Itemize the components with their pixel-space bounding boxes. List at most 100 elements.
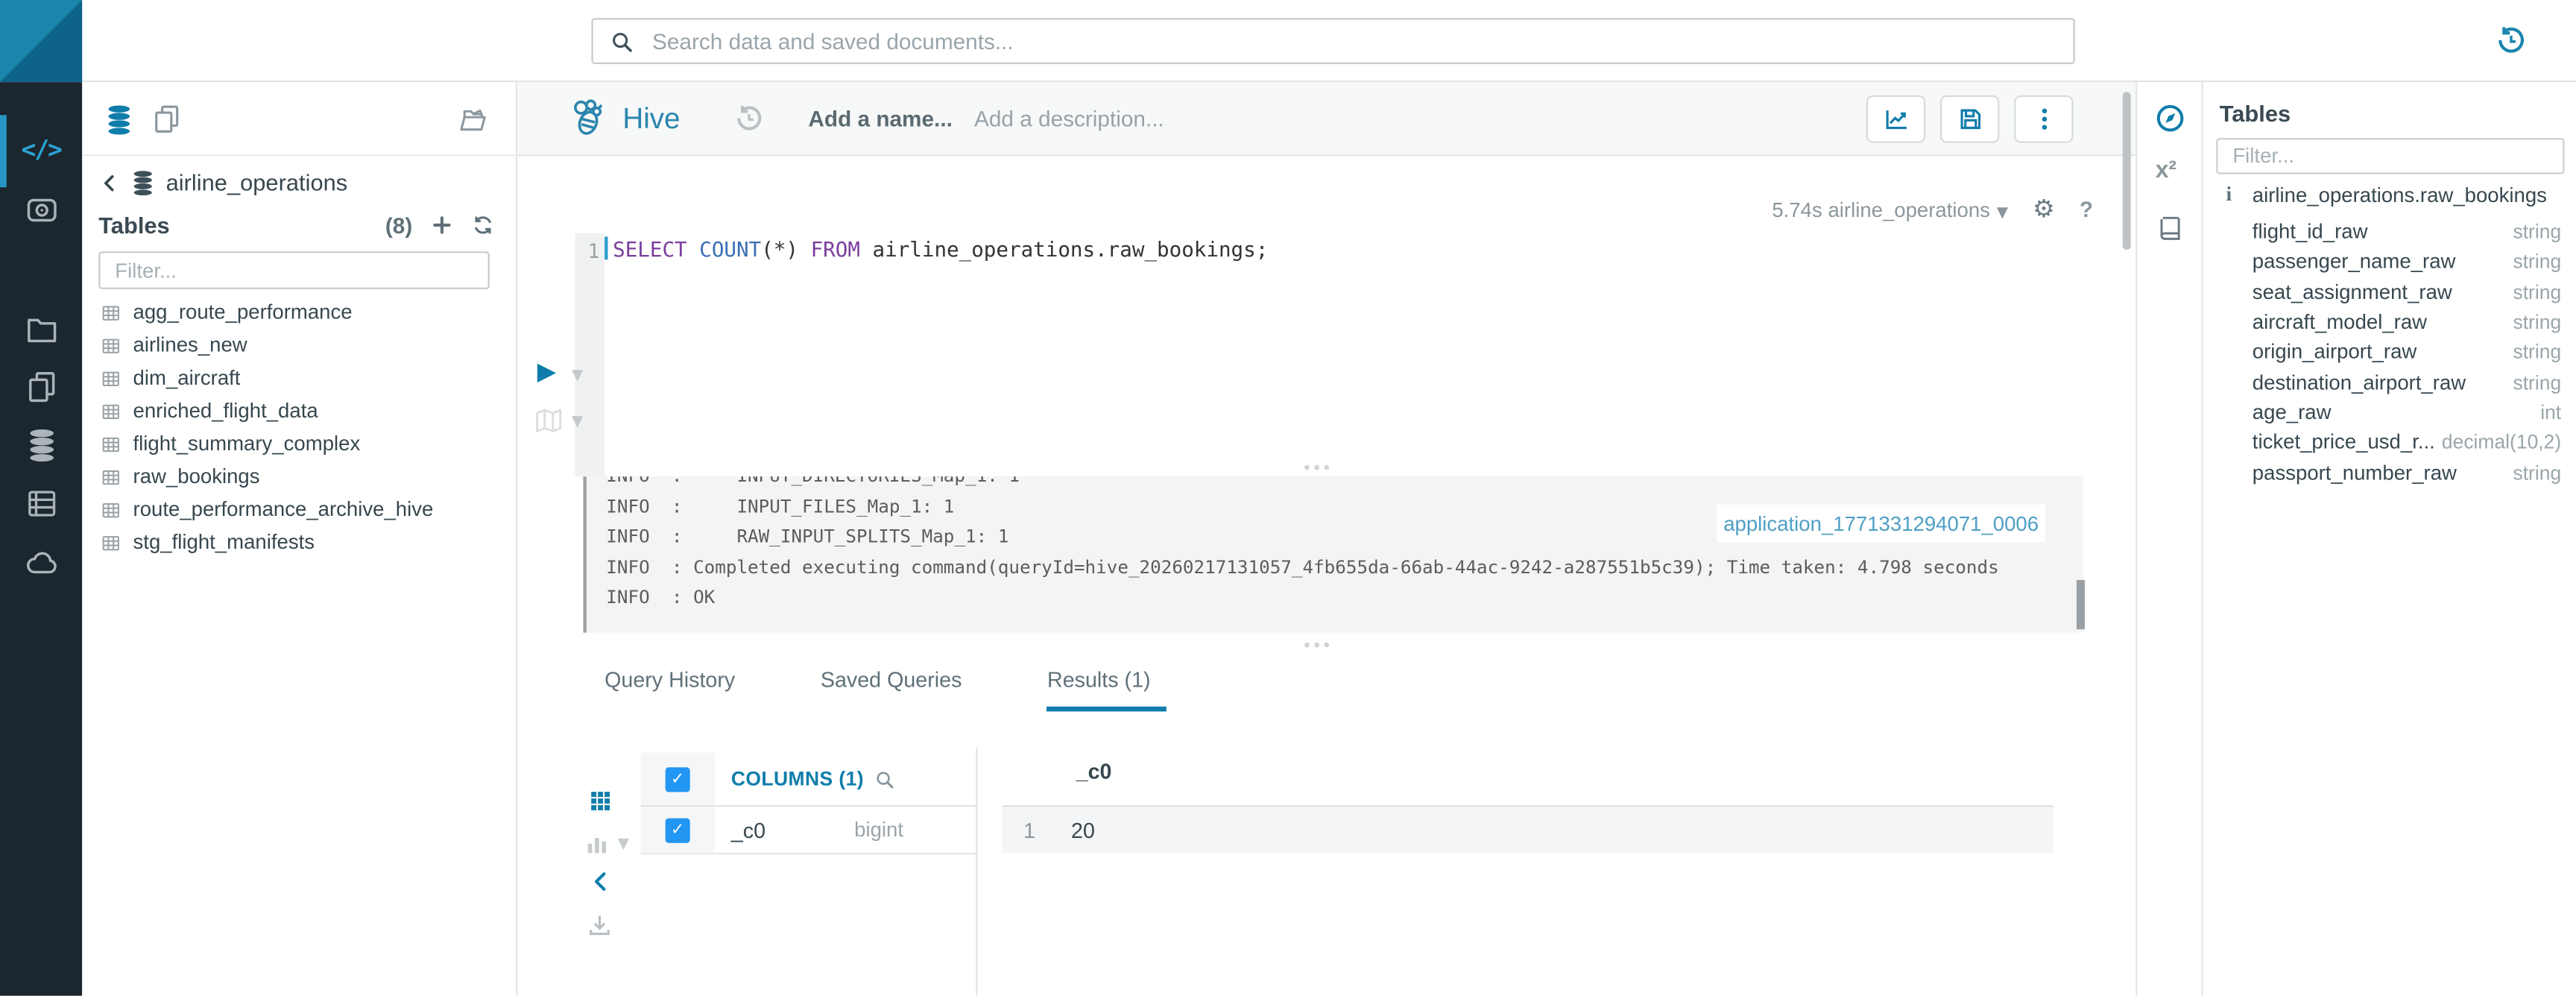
documents-tab-icon[interactable] <box>151 104 183 135</box>
bar-chart-icon[interactable] <box>583 830 610 857</box>
explain-options-caret[interactable]: ▼ <box>572 414 583 430</box>
table-name: agg_route_performance <box>133 300 353 324</box>
resize-handle-top[interactable] <box>1304 465 1329 470</box>
result-column-row[interactable]: _c0 bigint <box>641 807 976 854</box>
chart-button[interactable] <box>1866 95 1925 143</box>
nav-databases[interactable] <box>0 416 82 472</box>
nav-files[interactable] <box>0 358 82 414</box>
table-list-item[interactable]: airlines_new <box>82 329 516 362</box>
table-list-item[interactable]: flight_summary_complex <box>82 427 516 460</box>
camera-icon <box>24 192 58 226</box>
table-list-item[interactable]: dim_aircraft <box>82 362 516 394</box>
cloud-icon <box>24 545 58 579</box>
global-search[interactable] <box>591 18 2074 64</box>
schema-column-row[interactable]: flight_id_raw string <box>2203 217 2576 247</box>
select-all-checkbox[interactable] <box>666 766 690 791</box>
download-icon[interactable] <box>587 912 613 938</box>
schema-column-row[interactable]: age_raw int <box>2203 397 2576 427</box>
table-list-item[interactable]: enriched_flight_data <box>82 394 516 427</box>
nav-cloud[interactable] <box>0 534 82 590</box>
table-grid-icon <box>100 466 121 488</box>
active-table-row[interactable]: i airline_operations.raw_bookings <box>2203 183 2576 207</box>
database-name[interactable]: airline_operations <box>166 169 348 195</box>
settings-gear-icon[interactable]: ⚙ <box>2033 197 2055 221</box>
tab[interactable]: Results (1) <box>1047 667 1167 712</box>
execute-button[interactable]: ▶ <box>537 360 556 385</box>
add-table-icon[interactable] <box>430 214 453 237</box>
language-reference-book-icon[interactable] <box>2156 214 2185 244</box>
hive-bee-icon <box>566 97 609 139</box>
sql-line[interactable]: SELECT COUNT(*) FROM airline_operations.… <box>613 236 1268 261</box>
table-name: airlines_new <box>133 333 247 356</box>
grid-view-icon[interactable] <box>588 789 613 813</box>
nav-documents[interactable] <box>0 300 82 356</box>
tables-filter-input[interactable] <box>112 257 476 283</box>
right-assist-strip: x² <box>2135 82 2201 995</box>
table-name: raw_bookings <box>133 465 260 488</box>
schema-column-row[interactable]: ticket_price_usd_r... decimal(10,2) <box>2203 427 2576 457</box>
chart-options-caret[interactable]: ▼ <box>618 836 629 853</box>
yarn-application-link[interactable]: application_1771331294071_0006 <box>1717 505 2045 543</box>
schema-column-row[interactable]: aircraft_model_raw string <box>2203 307 2576 337</box>
execute-options-caret[interactable]: ▼ <box>572 368 583 385</box>
hue-logo[interactable] <box>0 0 82 82</box>
tab[interactable]: Query History <box>604 667 735 707</box>
schema-column-row[interactable]: destination_airport_raw string <box>2203 368 2576 397</box>
explain-map-icon[interactable] <box>532 404 565 437</box>
back-chevron-icon[interactable] <box>98 171 120 193</box>
schema-column-row[interactable]: passport_number_raw string <box>2203 458 2576 488</box>
more-actions-button[interactable] <box>2014 95 2073 143</box>
exec-database-dropdown[interactable]: 5.74s airline_operations▼ <box>1772 198 2008 221</box>
search-input[interactable] <box>649 27 2057 54</box>
refresh-icon[interactable] <box>472 214 495 237</box>
nav-editor[interactable]: </> <box>0 122 82 177</box>
table-list-item[interactable]: raw_bookings <box>82 460 516 493</box>
schema-column-row[interactable]: origin_airport_raw string <box>2203 337 2576 367</box>
nav-tables[interactable] <box>0 475 82 531</box>
save-button[interactable] <box>1940 95 1999 143</box>
schema-column-type: string <box>2513 280 2561 303</box>
table-list-item[interactable]: agg_route_performance <box>82 296 516 329</box>
result-row[interactable]: 1 20 <box>1002 805 2053 853</box>
right-filter-input[interactable] <box>2229 143 2551 169</box>
info-icon[interactable]: i <box>2226 183 2243 207</box>
query-description-placeholder[interactable]: Add a description... <box>974 107 1164 131</box>
assist-compass-icon[interactable] <box>2154 102 2187 135</box>
column-search-icon[interactable] <box>874 768 895 789</box>
result-columns-panel: COLUMNS (1) _c0 bigint <box>641 752 976 854</box>
query-history-icon[interactable] <box>734 104 764 133</box>
folder-icon <box>24 312 58 346</box>
editor-header: Hive Add a name... Add a description... <box>517 82 2135 156</box>
functions-icon[interactable]: x² <box>2156 158 2176 184</box>
open-folder-icon[interactable] <box>457 104 488 135</box>
resize-handle-bottom[interactable] <box>1304 643 1329 648</box>
result-rows: 1 20 <box>1002 805 2053 853</box>
schema-column-row[interactable]: seat_assignment_raw string <box>2203 277 2576 307</box>
schema-column-name: flight_id_raw <box>2253 221 2513 244</box>
query-name-placeholder[interactable]: Add a name... <box>808 107 952 131</box>
schema-column-type: int <box>2540 401 2561 424</box>
collapse-chevron-icon[interactable] <box>588 869 613 894</box>
schema-column-row[interactable]: passenger_name_raw string <box>2203 247 2576 277</box>
help-icon[interactable]: ? <box>2080 197 2093 221</box>
tables-filter[interactable] <box>98 251 490 289</box>
column-checkbox[interactable] <box>666 818 690 842</box>
floppy-icon <box>1956 105 1983 133</box>
tab[interactable]: Saved Queries <box>821 667 962 707</box>
editor-scrollbar[interactable] <box>2123 92 2131 250</box>
active-table-name[interactable]: airline_operations.raw_bookings <box>2253 183 2547 207</box>
right-filter[interactable] <box>2216 138 2564 174</box>
table-name: stg_flight_manifests <box>133 531 315 554</box>
table-list-item[interactable]: route_performance_archive_hive <box>82 493 516 526</box>
table-list-item[interactable]: stg_flight_manifests <box>82 526 516 558</box>
result-columns-header: COLUMNS (1) <box>641 752 976 807</box>
databases-tab-icon[interactable] <box>104 104 135 135</box>
result-grid-header[interactable]: _c0 <box>1076 759 1112 784</box>
schema-column-type: string <box>2513 341 2561 364</box>
history-icon[interactable] <box>2496 25 2527 56</box>
log-scrollbar[interactable] <box>2077 580 2085 629</box>
search-icon <box>610 29 634 54</box>
sql-token: airline_operations.raw_bookings; <box>860 236 1268 261</box>
sql-token: FROM <box>811 236 860 261</box>
nav-dashboard[interactable] <box>0 180 82 236</box>
